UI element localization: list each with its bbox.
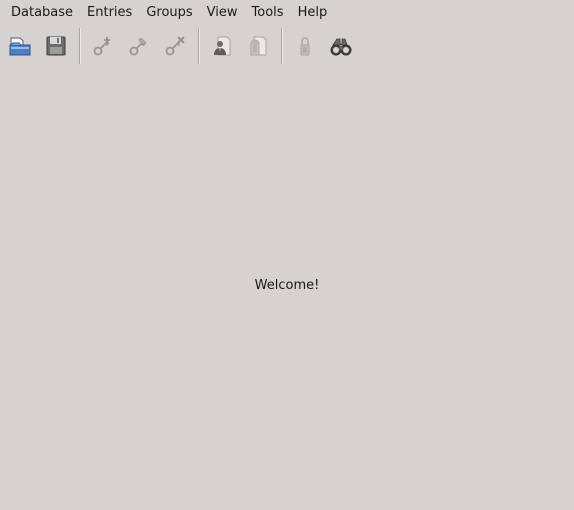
delete-entry-icon [165,36,185,56]
menu-database[interactable]: Database [4,3,80,22]
toolbar [0,27,574,65]
menu-view[interactable]: View [200,3,245,22]
copy-password-icon [250,36,267,56]
menu-tools[interactable]: Tools [245,3,291,22]
search-button[interactable] [325,30,357,62]
edit-entry-icon [129,37,147,56]
copy-username-icon [214,36,231,56]
toolbar-separator [281,28,283,64]
save-database-button[interactable] [40,30,72,62]
edit-entry-button[interactable] [123,30,155,62]
toolbar-separator [79,28,81,64]
lock-workspace-button[interactable] [289,30,321,62]
open-database-icon [9,37,31,56]
copy-password-button[interactable] [242,30,274,62]
open-database-button[interactable] [4,30,36,62]
menu-groups[interactable]: Groups [139,3,199,22]
toolbar-separator [198,28,200,64]
menu-entries[interactable]: Entries [80,3,139,22]
search-icon [330,38,352,56]
delete-entry-button[interactable] [159,30,191,62]
add-entry-icon [93,37,110,56]
copy-username-button[interactable] [206,30,238,62]
menubar: Database Entries Groups View Tools Help [0,0,574,25]
lock-workspace-icon [300,37,310,56]
save-database-icon [46,36,66,56]
add-entry-button[interactable] [87,30,119,62]
welcome-message: Welcome! [254,278,320,293]
menu-help[interactable]: Help [291,3,335,22]
